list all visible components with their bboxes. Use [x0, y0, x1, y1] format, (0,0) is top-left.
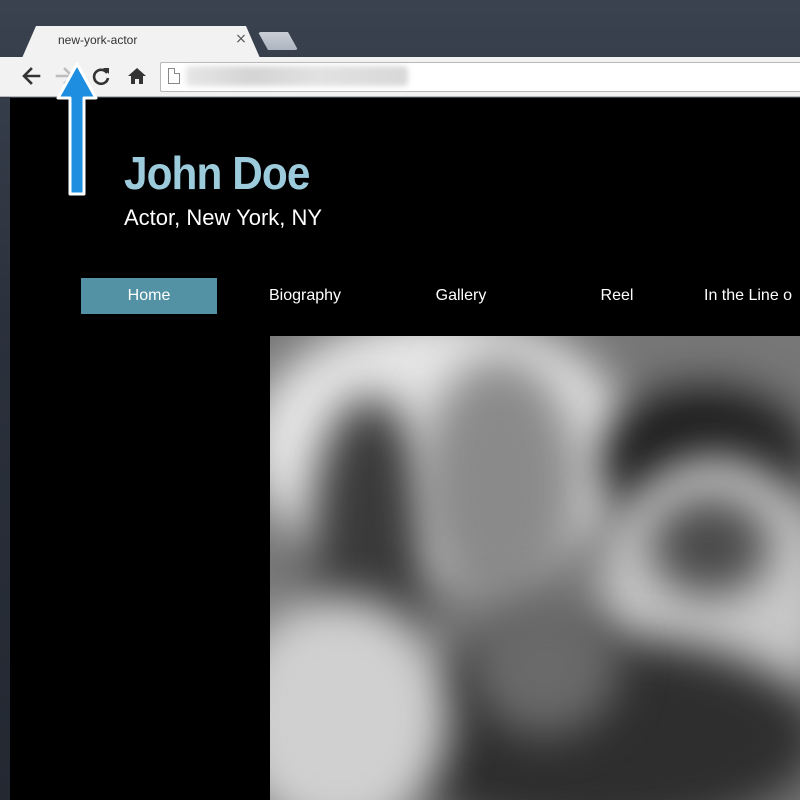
new-tab-button[interactable] [258, 32, 298, 50]
site-tagline: Actor, New York, NY [124, 205, 323, 230]
site-nav: Home Biography Gallery Reel In the Line … [81, 278, 800, 314]
site-name: John Doe [124, 147, 310, 199]
tab-title: new-york-actor [58, 33, 138, 47]
address-bar-url-redacted [186, 66, 408, 86]
browser-window: new-york-actor × John Doe Actor, New Yor… [0, 0, 800, 800]
hero-photo-blurred [270, 336, 800, 800]
nav-item-reel[interactable]: Reel [549, 278, 685, 314]
home-icon[interactable] [124, 62, 150, 90]
page-icon [168, 68, 180, 84]
nav-item-gallery[interactable]: Gallery [393, 278, 529, 314]
back-arrow-icon[interactable] [18, 62, 44, 90]
annotation-arrow-icon [56, 62, 98, 196]
nav-item-home[interactable]: Home [81, 278, 217, 314]
tab-strip: new-york-actor × [0, 0, 800, 58]
nav-item-in-the-line[interactable]: In the Line o [701, 278, 800, 314]
web-page: John Doe Actor, New York, NY Home Biogra… [10, 98, 800, 800]
nav-item-biography[interactable]: Biography [237, 278, 373, 314]
close-tab-icon[interactable]: × [233, 31, 249, 47]
